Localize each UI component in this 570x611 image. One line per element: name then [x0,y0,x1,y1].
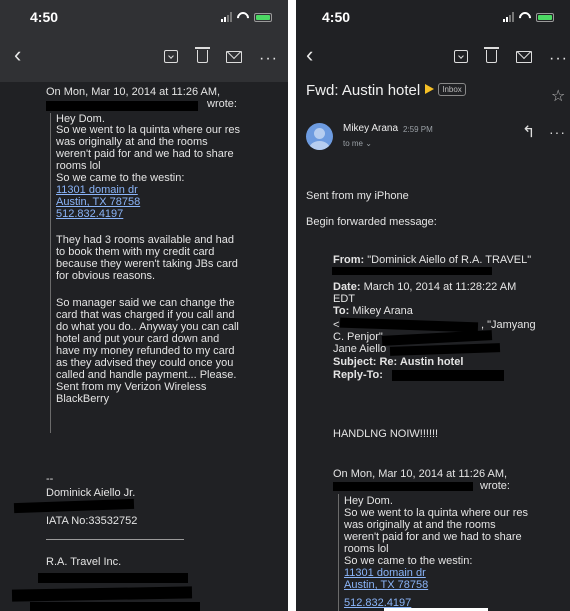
quote-line: for obvious reasons. [56,270,156,282]
fwd-subject-line: Subject: Re: Austin hotel [333,356,464,368]
status-time: 4:50 [322,9,351,25]
right-phone-screen: 4:50 ‹ ··· Fwd: Austin hotel Inbox ☆ Mike… [296,0,570,611]
status-bar: 4:50 [0,0,288,36]
archive-icon[interactable] [454,50,468,68]
signature-dashes: -- [46,473,54,485]
address-link[interactable]: 11301 domain dr [344,567,426,579]
wifi-icon [519,12,531,22]
quote-wrote: wrote: [207,98,237,110]
sent-time: 2:59 PM [403,125,433,134]
redacted-sender [46,101,198,111]
email-subject: Fwd: Austin hotel Inbox [306,82,466,99]
email-toolbar: ‹ ··· [296,36,570,82]
quoted-message-bar [338,494,339,611]
subject-text: Fwd: Austin hotel [306,82,421,99]
fwd-replyto-line: Reply-To: [333,369,383,381]
fwd-to-line: To: Mikey Arana [333,305,413,317]
signal-icon [503,12,514,22]
signal-icon [221,12,232,22]
redacted-block [332,267,492,275]
status-icons [503,12,554,22]
city-link[interactable]: Austin, TX 78758 [344,579,428,591]
city-link[interactable]: Austin, TX 78758 [56,196,140,208]
redacted-sender [333,482,473,491]
sender-avatar[interactable] [306,123,333,150]
recipient-toggle[interactable]: to me ⌄ [343,137,372,150]
delete-icon[interactable] [484,47,499,68]
fwd-from-line: From: "Dominick Aiello of R.A. TRAVEL" [333,254,532,266]
handling-line: HANDLNG NOIW!!!!!! [333,428,439,440]
star-icon[interactable]: ☆ [551,86,565,106]
delete-icon[interactable] [195,47,210,68]
quote-wrote: wrote: [480,480,510,492]
status-time: 4:50 [30,9,59,25]
phone-link[interactable]: 512.832.4197 [56,208,123,220]
mark-unread-icon[interactable] [516,50,532,68]
important-marker-icon[interactable] [425,84,435,95]
reply-icon[interactable]: ↰ [522,122,535,142]
quote-header: On Mon, Mar 10, 2014 at 11:26 AM, [46,86,221,98]
status-bar: 4:50 [296,0,570,36]
sender-name[interactable]: Mikey Arana [343,122,398,135]
quote-line: BlackBerry [56,393,110,405]
more-options-icon[interactable]: ··· [259,50,278,68]
redacted-block [13,498,135,514]
sent-from-line: Sent from my iPhone [306,190,409,202]
fwd-date-line: Date: March 10, 2014 at 11:28:22 AM [333,281,517,293]
address-link[interactable]: 11301 domain dr [56,184,138,196]
inbox-label-chip[interactable]: Inbox [438,82,466,96]
battery-icon [536,12,554,22]
signature-iata: IATA No:33532752 [46,515,138,527]
signature-divider [46,539,184,540]
battery-icon [254,12,272,22]
more-options-icon[interactable]: ··· [549,50,568,68]
fwd-to-extra: Jane Aiello [333,343,387,355]
redacted-block [389,343,501,356]
begin-forwarded-line: Begin forwarded message: [306,216,437,228]
redacted-block [30,602,200,611]
back-arrow-icon[interactable]: ‹ [14,44,21,66]
back-arrow-icon[interactable]: ‹ [306,44,313,66]
message-more-icon[interactable]: ··· [549,124,566,140]
signature-company: R.A. Travel Inc. [46,556,122,568]
wifi-icon [237,12,249,22]
status-icons [221,12,272,22]
redacted-block [11,586,193,602]
mark-unread-icon[interactable] [226,50,242,68]
signature-name: Dominick Aiello Jr. [46,487,136,499]
quoted-message-bar [50,113,51,433]
email-toolbar: ‹ ··· [0,36,288,82]
redacted-block [392,370,504,381]
redacted-block [38,573,188,583]
archive-icon[interactable] [164,50,178,68]
left-phone-screen: 4:50 ‹ ··· On Mon, Mar 10, 2014 at 11:26… [0,0,288,611]
